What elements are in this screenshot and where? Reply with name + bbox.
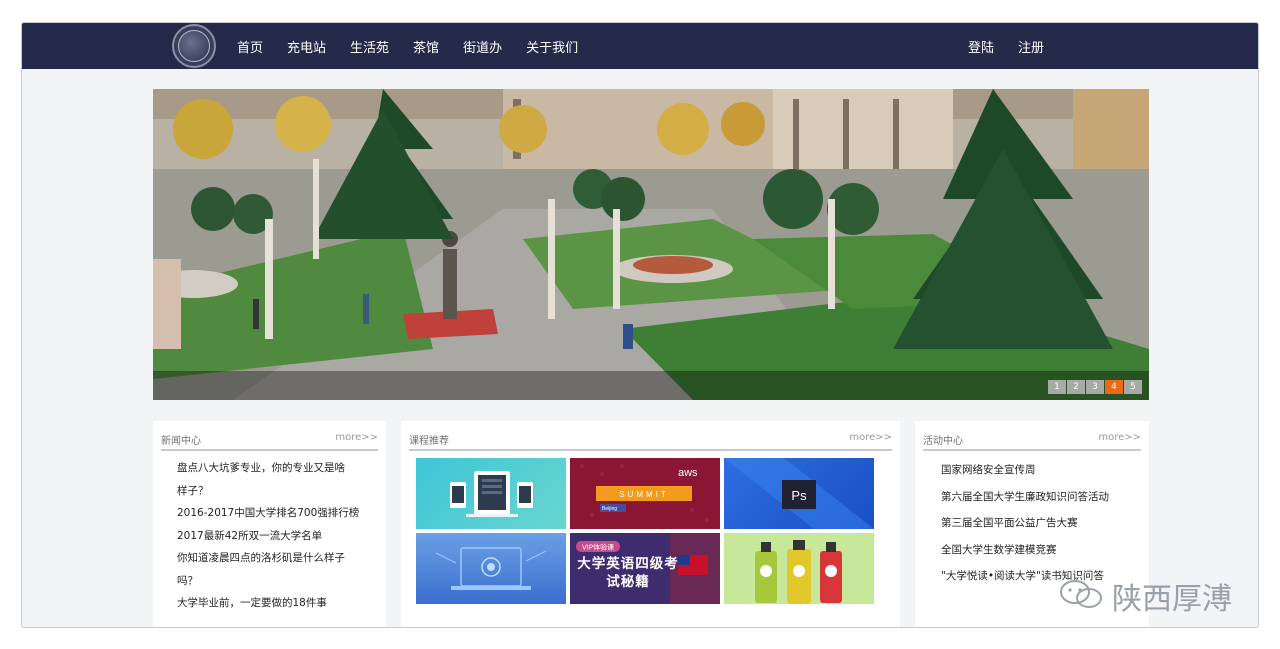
- watermark-text: 陕西厚溥: [1112, 582, 1232, 617]
- course-tile-photoshop[interactable]: Ps: [724, 458, 874, 529]
- wechat-watermark-icon: [1060, 580, 1102, 608]
- events-panel-header: 活动中心 more>>: [923, 429, 1141, 451]
- news-panel-title: 新闻中心: [161, 436, 201, 447]
- pager-dot-2[interactable]: 2: [1067, 380, 1085, 394]
- course-tile-devices[interactable]: [416, 458, 566, 529]
- aws-summit-icon: aws SUMMIT Beijing: [570, 458, 720, 529]
- event-item[interactable]: 国家网络安全宣传周: [941, 457, 1141, 484]
- register-link[interactable]: 注册: [1018, 37, 1044, 56]
- pager-dot-4[interactable]: 4: [1105, 380, 1123, 394]
- course-tile-laptop[interactable]: [416, 533, 566, 604]
- course-tile-drinks[interactable]: [724, 533, 874, 604]
- laptop-brain-icon: [435, 547, 547, 590]
- courses-panel-header: 课程推荐 more>>: [409, 429, 892, 451]
- top-navbar: 首页 充电站 生活苑 茶馆 街道办 关于我们 登陆 注册: [22, 23, 1258, 69]
- event-item[interactable]: "大学悦读•阅读大学"读书知识问答: [941, 563, 1141, 590]
- summit-text: SUMMIT: [619, 490, 669, 499]
- vip-tag-text: VIP体验课: [582, 543, 614, 552]
- login-link[interactable]: 登陆: [968, 37, 994, 56]
- nav-life[interactable]: 生活苑: [350, 37, 389, 56]
- news-more-link[interactable]: more>>: [335, 432, 378, 443]
- campus-banner-carousel[interactable]: 1 2 3 4 5: [153, 89, 1149, 400]
- news-item[interactable]: 大学毕业前，一定要做的18件事: [177, 592, 376, 615]
- events-panel-title: 活动中心: [923, 436, 963, 447]
- auth-links: 登陆 注册: [944, 23, 1044, 69]
- banner-pager: 1 2 3 4 5: [1047, 380, 1142, 394]
- site-logo[interactable]: [172, 24, 216, 68]
- events-list: 国家网络安全宣传周 第六届全国大学生廉政知识问答活动 第三届全国平面公益广告大赛…: [941, 457, 1141, 590]
- news-list: 盘点八大坑爹专业，你的专业又是啥 样子？ 2016-2017中国大学排名700强…: [177, 457, 376, 615]
- logo-emblem-icon: [178, 30, 210, 62]
- courses-more-link[interactable]: more>>: [849, 432, 892, 443]
- pager-dot-1[interactable]: 1: [1048, 380, 1066, 394]
- nav-home[interactable]: 首页: [237, 37, 263, 56]
- beijing-text: Beijing: [602, 506, 617, 512]
- pager-dot-3[interactable]: 3: [1086, 380, 1104, 394]
- browser-frame: 首页 充电站 生活苑 茶馆 街道办 关于我们 登陆 注册 1 2 3 4 5 新…: [21, 22, 1259, 628]
- photoshop-icon: Ps: [724, 458, 874, 529]
- news-item-continued[interactable]: 吗？: [177, 570, 376, 593]
- event-item[interactable]: 第六届全国大学生廉政知识问答活动: [941, 484, 1141, 511]
- campus-photo: [153, 89, 1149, 400]
- courses-panel-title: 课程推荐: [409, 436, 449, 447]
- ps-text: Ps: [791, 488, 807, 503]
- main-nav: 首页 充电站 生活苑 茶馆 街道办 关于我们: [237, 23, 602, 69]
- events-more-link[interactable]: more>>: [1098, 432, 1141, 443]
- news-panel-header: 新闻中心 more>>: [161, 429, 378, 451]
- news-item[interactable]: 2016-2017中国大学排名700强排行榜: [177, 502, 376, 525]
- news-panel: 新闻中心 more>> 盘点八大坑爹专业，你的专业又是啥 样子？ 2016-20…: [153, 421, 386, 627]
- news-item[interactable]: 你知道凌晨四点的洛杉矶是什么样子: [177, 547, 376, 570]
- devices-icon: [450, 471, 533, 517]
- course-tile-aws-summit[interactable]: aws SUMMIT Beijing: [570, 458, 720, 529]
- event-item[interactable]: 第三届全国平面公益广告大赛: [941, 510, 1141, 537]
- nav-charging-station[interactable]: 充电站: [287, 37, 326, 56]
- course-tile-cet4[interactable]: VIP体验课 大学英语四级考试秘籍: [570, 533, 720, 604]
- aws-brand-text: aws: [678, 467, 698, 479]
- nav-teahouse[interactable]: 茶馆: [413, 37, 439, 56]
- nav-about-us[interactable]: 关于我们: [526, 37, 578, 56]
- event-item[interactable]: 全国大学生数学建模竞赛: [941, 537, 1141, 564]
- courses-panel: 课程推荐 more>> aws SUMMIT Beijing Ps VIP体验课…: [401, 421, 900, 627]
- news-item[interactable]: 2017最新42所双一流大学名单: [177, 525, 376, 548]
- nav-street-office[interactable]: 街道办: [463, 37, 502, 56]
- news-item[interactable]: 盘点八大坑爹专业，你的专业又是啥: [177, 457, 376, 480]
- cet4-title: 大学英语四级考试秘籍: [577, 556, 679, 590]
- drink-bottles-icon: [724, 533, 874, 604]
- news-item-continued[interactable]: 样子？: [177, 480, 376, 503]
- pager-dot-5[interactable]: 5: [1124, 380, 1142, 394]
